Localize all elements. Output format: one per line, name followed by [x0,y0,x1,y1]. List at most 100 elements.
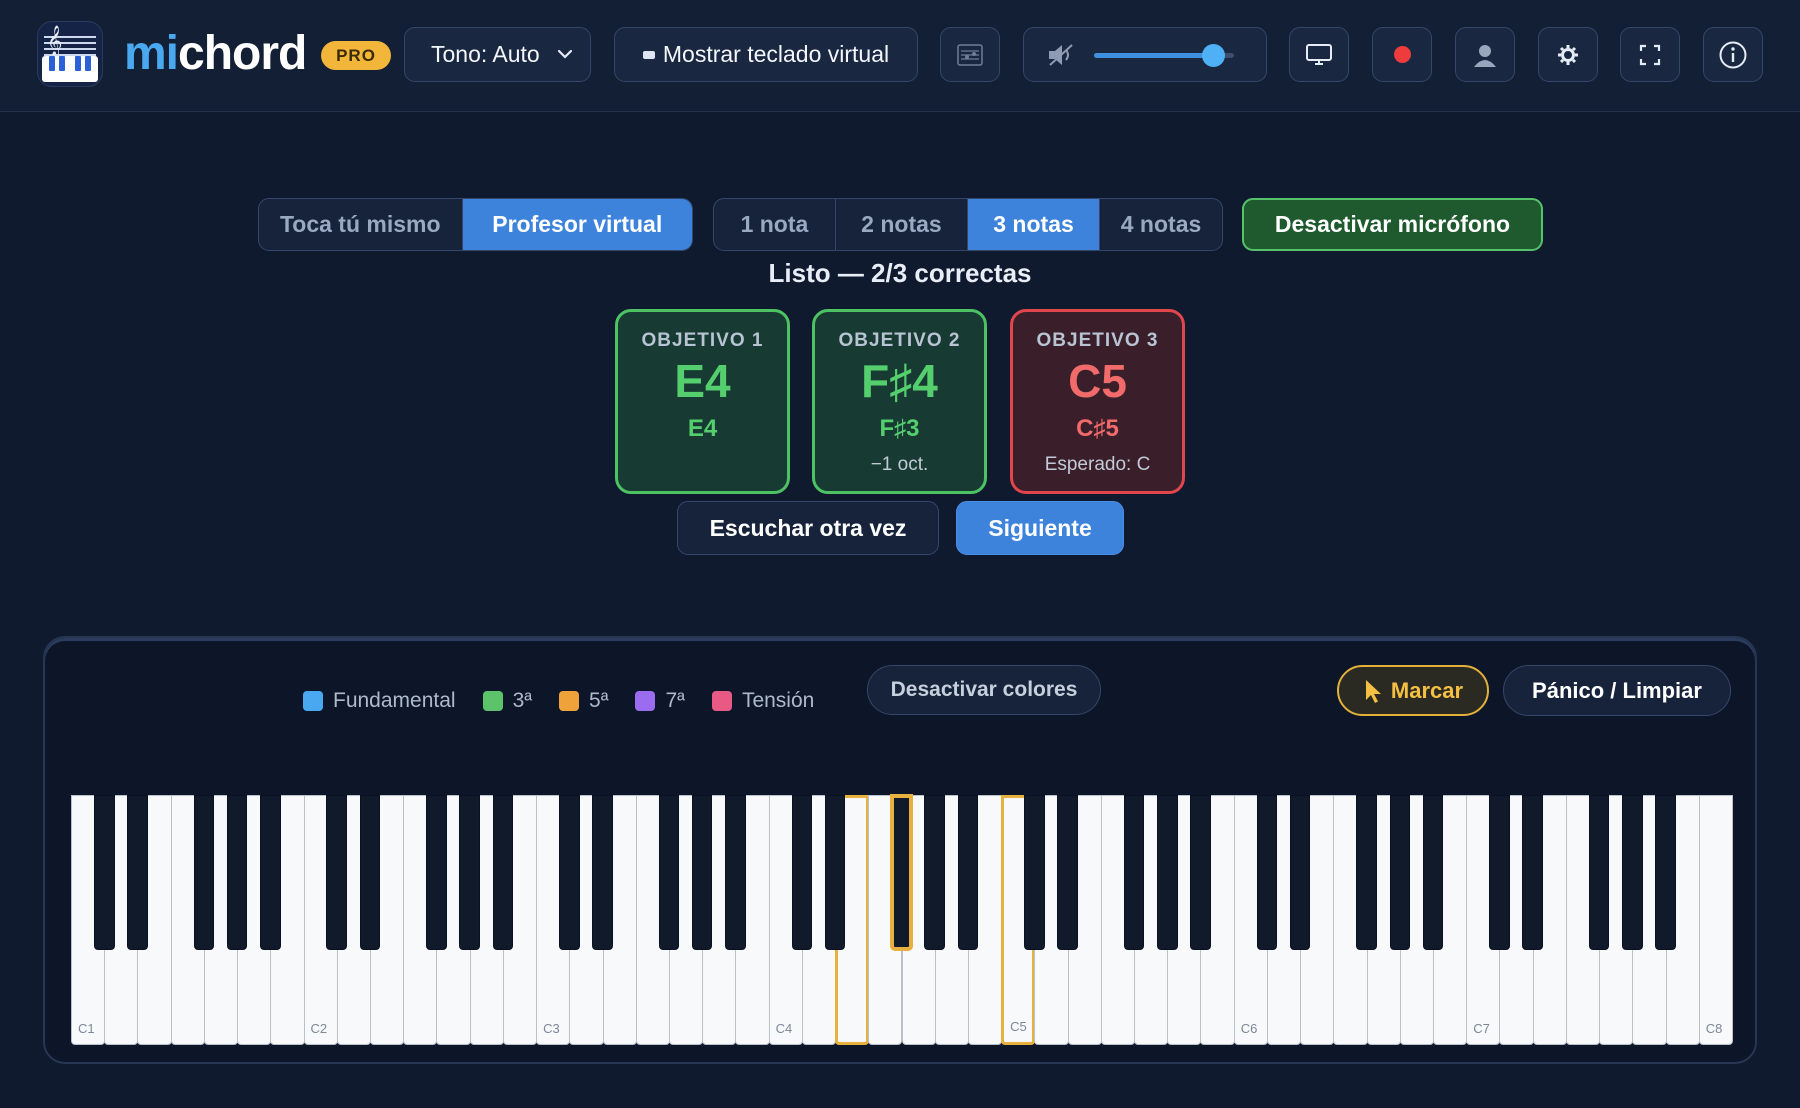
legend-label: 5ª [589,689,609,712]
black-key-d-sharp7[interactable] [1522,795,1543,950]
status-text: Listo — 2/3 correctas [768,258,1032,288]
note-count-4[interactable]: 4 notas [1100,199,1222,250]
legend-swatch [303,691,323,711]
black-key-f-sharp5[interactable] [1123,795,1145,950]
volume-fill [1094,53,1215,58]
black-key-c-sharp1[interactable] [93,795,115,950]
black-key-a-sharp7[interactable] [1655,795,1676,950]
black-key-c-sharp4[interactable] [791,795,813,950]
note-count-2[interactable]: 2 notas [836,199,968,250]
app-brand: michord [124,26,307,82]
volume-slider[interactable] [1094,44,1234,67]
played-note: C♯5 [1076,415,1119,442]
black-key-g-sharp6[interactable] [1389,795,1411,950]
legend-item: 3ª [482,689,532,713]
black-key-g-sharp5[interactable] [1156,795,1178,950]
legend-item: 7ª [635,689,685,713]
octave-label: C1 [78,1021,95,1036]
mode-play-yourself[interactable]: Toca tú mismo [259,199,463,250]
note-count-3[interactable]: 3 notas [967,199,1101,250]
brand-prefix: mi [124,27,179,80]
black-key-g-sharp3[interactable] [691,795,713,950]
legend-item: 5ª [559,689,608,713]
black-key-f-sharp4[interactable] [891,795,912,950]
black-key-d-sharp4[interactable] [824,795,846,950]
black-key-d-sharp1[interactable] [127,795,148,950]
fullscreen-button[interactable] [1620,27,1680,82]
record-button[interactable] [1372,27,1432,82]
fullscreen-icon [1639,44,1661,65]
mark-button-label: Marcar [1390,677,1464,703]
display-button[interactable] [1289,27,1349,82]
tone-select-label: Tono: Auto [431,41,540,67]
legend-item: Tensión [711,689,814,713]
legend-label: 7ª [665,689,685,712]
top-bar: 𝄞 michord PRO Tono: Auto Mostrar teclado… [0,0,1800,112]
panic-clear-button[interactable]: Pánico / Limpiar [1503,665,1731,716]
black-key-g-sharp4[interactable] [924,795,945,950]
played-note: F♯3 [879,415,920,442]
black-key-a-sharp1[interactable] [260,795,281,950]
black-key-d-sharp2[interactable] [359,795,381,950]
black-key-d-sharp3[interactable] [592,795,613,950]
mark-button[interactable]: Marcar [1337,665,1489,716]
black-key-a-sharp3[interactable] [725,795,746,950]
listen-again-button[interactable]: Escuchar otra vez [677,501,939,555]
black-key-c-sharp7[interactable] [1489,795,1510,950]
legend-swatch [482,691,503,711]
disable-microphone-button[interactable]: Desactivar micrófono [1242,198,1543,251]
keyboard-icon [642,50,655,59]
pro-badge: PRO [321,41,391,70]
black-key-g-sharp2[interactable] [459,795,480,950]
note-count-1[interactable]: 1 nota [714,199,836,250]
black-key-g-sharp7[interactable] [1622,795,1643,950]
octave-label: C6 [1240,1021,1258,1036]
volume-thumb[interactable] [1202,44,1226,67]
next-button[interactable]: Siguiente [956,501,1124,555]
black-key-f-sharp7[interactable] [1588,795,1610,950]
black-key-d-sharp5[interactable] [1057,795,1078,950]
black-key-f-sharp2[interactable] [426,795,447,950]
black-key-f-sharp6[interactable] [1356,795,1377,950]
target-note: C5 [1068,355,1127,407]
brand-suffix: chord [178,27,307,80]
octave-label: C8 [1705,1021,1723,1036]
tone-select[interactable]: Tono: Auto [404,27,591,82]
black-key-a-sharp5[interactable] [1190,795,1211,950]
target-hint: Esperado: C [1044,454,1151,475]
chevron-down-icon [557,49,573,59]
user-button[interactable] [1455,27,1515,82]
octave-label: C3 [543,1021,560,1036]
black-key-g-sharp1[interactable] [226,795,248,950]
disable-colors-button[interactable]: Desactivar colores [867,665,1101,715]
info-icon [1719,41,1747,68]
black-key-d-sharp6[interactable] [1289,795,1311,950]
black-key-f-sharp3[interactable] [658,795,680,950]
gear-icon [1558,44,1578,65]
black-key-a-sharp2[interactable] [492,795,514,950]
black-key-c-sharp2[interactable] [326,795,348,950]
black-key-c-sharp5[interactable] [1024,795,1045,950]
octave-label: C5 [1010,1019,1027,1034]
display-icon [1306,43,1332,65]
target-label: OBJETIVO 3 [1036,330,1159,351]
white-key-c8[interactable]: C8 [1698,795,1733,1045]
black-key-c-sharp6[interactable] [1256,795,1278,950]
legend-swatch [559,691,580,711]
piano-keyboard[interactable]: C1 C2 C3 C4 C5 C6 C7 C8 [71,795,1733,1045]
show-virtual-keyboard-button[interactable]: Mostrar teclado virtual [614,27,918,82]
mode-virtual-teacher[interactable]: Profesor virtual [462,199,692,250]
legend-swatch [635,691,656,711]
target-card-2: OBJETIVO 2 F♯4 F♯3 −1 oct. [812,309,987,494]
info-button[interactable] [1703,27,1763,82]
speaker-icon [1049,43,1073,66]
black-key-a-sharp6[interactable] [1422,795,1444,950]
sheet-music-icon [957,43,983,66]
black-key-a-sharp4[interactable] [957,795,979,950]
sheet-music-button[interactable] [940,27,1000,82]
played-note: E4 [687,415,718,442]
black-key-f-sharp1[interactable] [193,795,215,950]
volume-control[interactable] [1023,27,1267,82]
black-key-c-sharp3[interactable] [559,795,580,950]
settings-button[interactable] [1538,27,1598,82]
